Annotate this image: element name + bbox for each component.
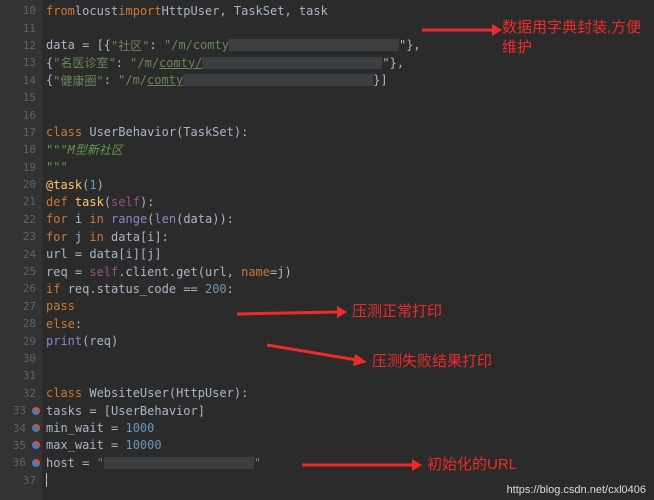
code-line: max_wait = 10000: [42, 437, 654, 454]
code-area[interactable]: from locust import HttpUser, TaskSet, ta…: [42, 0, 654, 500]
code-line: class UserBehavior(TaskSet):: [42, 124, 654, 141]
gutter-line: 16: [0, 106, 42, 123]
code-line: @task(1): [42, 176, 654, 193]
gutter-line: 36: [0, 454, 42, 471]
gutter-line: 17: [0, 124, 42, 141]
code-line: pass: [42, 298, 654, 315]
redacted-text: [229, 39, 399, 51]
code-line: if req.status_code == 200:: [42, 280, 654, 297]
override-marker-icon: [32, 407, 40, 415]
code-line: tasks = [UserBehavior]: [42, 402, 654, 419]
gutter-line: 15: [0, 89, 42, 106]
gutter-line: 35: [0, 437, 42, 454]
gutter-line: 13: [0, 54, 42, 71]
code-line: def task(self):: [42, 193, 654, 210]
code-line: else:: [42, 315, 654, 332]
gutter-line: 34: [0, 419, 42, 436]
code-line: [42, 350, 654, 367]
code-line: """M型新社区: [42, 141, 654, 158]
code-line: url = data[i][j]: [42, 245, 654, 262]
gutter-line: 12: [0, 37, 42, 54]
gutter-line: 23: [0, 228, 42, 245]
watermark: https://blog.csdn.net/cxl0406: [507, 484, 646, 496]
gutter-line: 25: [0, 263, 42, 280]
gutter-line: 19: [0, 159, 42, 176]
code-line: """: [42, 159, 654, 176]
code-line: req = self.client.get(url, name=j): [42, 263, 654, 280]
code-line: {"名医诊室": "/m/comty/"},: [42, 54, 654, 71]
gutter-line: 27: [0, 298, 42, 315]
code-line: class WebsiteUser(HttpUser):: [42, 385, 654, 402]
gutter-line: 10: [0, 2, 42, 19]
code-line: min_wait = 1000: [42, 419, 654, 436]
code-line: print(req): [42, 332, 654, 349]
gutter-line: 18: [0, 141, 42, 158]
code-line: [42, 106, 654, 123]
text-caret: [46, 473, 47, 487]
code-line: data = [{"社区": "/m/comty"},: [42, 37, 654, 54]
override-marker-icon: [32, 441, 40, 449]
code-line: for j in data[i]:: [42, 228, 654, 245]
gutter-line: 21: [0, 193, 42, 210]
gutter-line: 32: [0, 385, 42, 402]
override-marker-icon: [32, 459, 40, 467]
gutter-line: 26: [0, 280, 42, 297]
override-marker-icon: [32, 424, 40, 432]
gutter-line: 37: [0, 472, 42, 489]
code-line: [42, 89, 654, 106]
gutter-line: 31: [0, 367, 42, 384]
redacted-text: [202, 57, 382, 69]
gutter-line: 28: [0, 315, 42, 332]
gutter-line: 30: [0, 350, 42, 367]
redacted-text: [104, 457, 254, 469]
code-line: from locust import HttpUser, TaskSet, ta…: [42, 2, 654, 19]
gutter-line: 29: [0, 332, 42, 349]
gutter-line: 14: [0, 72, 42, 89]
gutter-line: 11: [0, 19, 42, 36]
redacted-text: [183, 74, 373, 86]
gutter-line: 24: [0, 245, 42, 262]
gutter-line: 33: [0, 402, 42, 419]
code-line: [42, 19, 654, 36]
line-gutter: 1011121314151617181920212223242526272829…: [0, 0, 42, 500]
code-editor: 1011121314151617181920212223242526272829…: [0, 0, 654, 500]
code-line: host = "": [42, 454, 654, 471]
gutter-line: 22: [0, 211, 42, 228]
code-line: for i in range(len(data)):: [42, 211, 654, 228]
code-line: [42, 367, 654, 384]
code-line: {"健康圈": "/m/comty}]: [42, 72, 654, 89]
gutter-line: 20: [0, 176, 42, 193]
